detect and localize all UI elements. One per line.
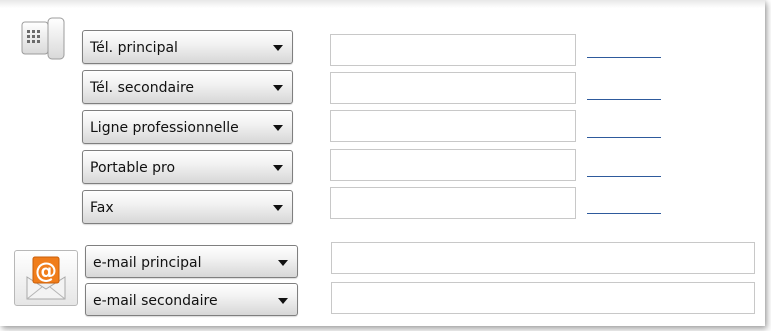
- phone-type-label: Portable pro: [90, 160, 176, 176]
- svg-text:@: @: [35, 259, 57, 284]
- phone-type-label: Tél. principal: [90, 40, 178, 56]
- phone-type-label: Ligne professionnelle: [90, 120, 239, 136]
- phone-type-select[interactable]: Portable pro: [82, 150, 293, 184]
- phone-type-label: Tél. secondaire: [90, 80, 195, 96]
- phone-number-input[interactable]: [330, 110, 576, 142]
- chevron-down-icon: [278, 298, 288, 304]
- phone-extension-field[interactable]: [587, 137, 661, 138]
- email-icon: @: [26, 256, 66, 300]
- phone-type-label: Fax: [90, 200, 114, 216]
- phone-type-select[interactable]: Ligne professionnelle: [82, 110, 293, 144]
- chevron-down-icon: [273, 205, 283, 211]
- phone-extension-field[interactable]: [587, 57, 661, 58]
- phone-type-select[interactable]: Tél. principal: [82, 30, 293, 64]
- phone-number-input[interactable]: [330, 149, 576, 181]
- email-input[interactable]: [331, 282, 755, 314]
- email-input[interactable]: [331, 242, 755, 274]
- phone-extension-field[interactable]: [587, 99, 661, 100]
- phone-number-input[interactable]: [330, 34, 576, 66]
- chevron-down-icon: [273, 165, 283, 171]
- chevron-down-icon: [273, 85, 283, 91]
- phone-extension-field[interactable]: [587, 176, 661, 177]
- email-type-label: e-mail principal: [93, 255, 202, 271]
- email-icon-button[interactable]: @: [14, 250, 78, 306]
- phone-number-input[interactable]: [330, 72, 576, 104]
- phone-extension-field[interactable]: [587, 213, 661, 214]
- panel-top-border: [0, 0, 765, 8]
- phone-icon: [21, 17, 68, 61]
- chevron-down-icon: [278, 260, 288, 266]
- email-type-select[interactable]: e-mail principal: [85, 245, 298, 278]
- email-type-label: e-mail secondaire: [93, 293, 218, 309]
- phone-type-select[interactable]: Fax: [82, 190, 293, 224]
- chevron-down-icon: [273, 125, 283, 131]
- email-type-select[interactable]: e-mail secondaire: [85, 283, 298, 316]
- chevron-down-icon: [273, 45, 283, 51]
- phone-number-input[interactable]: [330, 187, 576, 219]
- phone-type-select[interactable]: Tél. secondaire: [82, 70, 293, 104]
